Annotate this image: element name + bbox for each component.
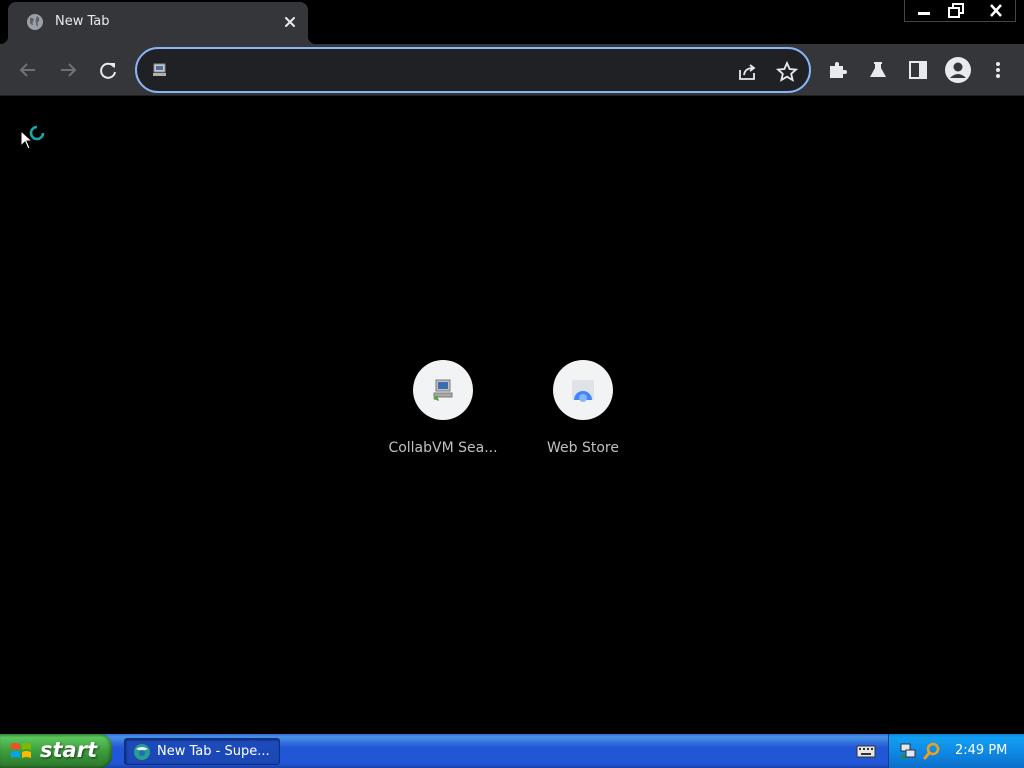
close-icon[interactable] bbox=[981, 0, 1011, 22]
forward-arrow-icon bbox=[61, 63, 77, 77]
collabvm-icon bbox=[153, 63, 166, 76]
puzzle-icon bbox=[830, 62, 847, 78]
globe-icon bbox=[27, 14, 43, 30]
taskbar-item-label: New Tab - Supe... bbox=[157, 744, 270, 759]
back-arrow-icon bbox=[19, 63, 35, 77]
mouse-cursor-icon bbox=[20, 130, 34, 150]
labs-button[interactable] bbox=[864, 56, 892, 84]
shortcut-icon-circle bbox=[553, 360, 613, 420]
forward-button[interactable] bbox=[54, 56, 82, 84]
new-tab-page: CollabVM Sea... Web Store bbox=[0, 96, 1024, 734]
address-input[interactable] bbox=[177, 58, 717, 82]
keyboard-icon[interactable] bbox=[856, 744, 876, 758]
search-icon[interactable] bbox=[923, 742, 941, 760]
start-label: start bbox=[40, 738, 98, 762]
close-icon[interactable] bbox=[280, 12, 300, 32]
shortcut-icon-circle bbox=[413, 360, 473, 420]
start-button[interactable]: start bbox=[0, 734, 112, 768]
restore-icon[interactable] bbox=[941, 0, 971, 22]
chrome-webstore-icon bbox=[572, 380, 594, 402]
minimize-icon[interactable] bbox=[909, 0, 939, 22]
side-panel-button[interactable] bbox=[904, 56, 932, 84]
profile-avatar-icon bbox=[945, 57, 971, 83]
kebab-menu-icon bbox=[996, 62, 1000, 78]
side-panel-icon bbox=[909, 61, 927, 79]
taskbar: start New Tab - Supe... 2:49 PM bbox=[0, 734, 1024, 768]
shortcut-label: CollabVM Sea... bbox=[388, 440, 498, 456]
windows-logo-icon bbox=[11, 743, 31, 758]
tab-strip: New Tab bbox=[0, 0, 1024, 44]
browser-toolbar bbox=[0, 44, 1024, 96]
tab-title: New Tab bbox=[55, 14, 110, 29]
shortcut-label: Web Store bbox=[547, 440, 619, 456]
browser-icon bbox=[134, 744, 150, 760]
share-icon[interactable] bbox=[735, 60, 759, 84]
taskbar-item-browser[interactable]: New Tab - Supe... bbox=[124, 738, 280, 765]
clock: 2:49 PM bbox=[955, 743, 1008, 758]
profile-button[interactable] bbox=[944, 56, 972, 84]
shortcut-tile[interactable]: Web Store bbox=[523, 360, 643, 470]
collabvm-computer-icon bbox=[433, 379, 453, 401]
extensions-button[interactable] bbox=[824, 56, 852, 84]
star-icon[interactable] bbox=[775, 60, 799, 84]
back-button[interactable] bbox=[14, 56, 42, 84]
menu-button[interactable] bbox=[984, 56, 1012, 84]
system-tray: 2:49 PM bbox=[888, 734, 1024, 768]
network-icon[interactable] bbox=[899, 742, 917, 760]
shortcut-tile[interactable]: CollabVM Sea... bbox=[383, 360, 503, 470]
address-bar[interactable] bbox=[135, 47, 811, 93]
reload-icon bbox=[100, 62, 116, 79]
tab-new-tab[interactable]: New Tab bbox=[0, 2, 316, 44]
reload-button[interactable] bbox=[94, 56, 122, 84]
flask-icon bbox=[870, 62, 886, 77]
window-controls bbox=[904, 0, 1016, 22]
